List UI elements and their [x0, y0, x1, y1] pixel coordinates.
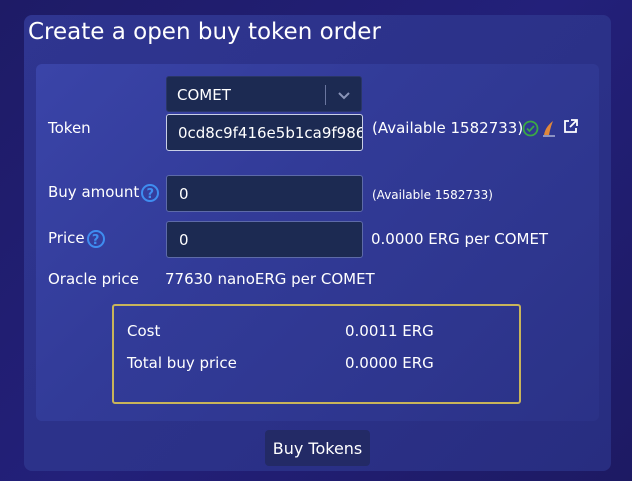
cost-value: 0.0011 ERG [345, 322, 434, 340]
token-available: (Available 1582733) [372, 119, 524, 137]
order-card: Create a open buy token order Token COME… [24, 15, 611, 471]
buy-amount-label-text: Buy amount [48, 183, 140, 201]
spectrum-icon[interactable] [541, 119, 557, 137]
cost-label: Cost [127, 322, 161, 340]
token-select-value: COMET [177, 86, 231, 104]
oracle-price-value: 77630 nanoERG per COMET [165, 270, 375, 288]
buy-amount-available: (Available 1582733) [372, 188, 493, 202]
chevron-down-icon[interactable] [334, 85, 354, 105]
price-per-text: 0.0000 ERG per COMET [371, 230, 549, 248]
oracle-price-label: Oracle price [48, 270, 139, 288]
help-icon[interactable]: ? [141, 183, 160, 202]
price-label-text: Price [48, 229, 85, 247]
cost-summary-box: Cost 0.0011 ERG Total buy price 0.0000 E… [112, 304, 521, 404]
total-buy-price-label: Total buy price [127, 354, 237, 372]
external-link-icon[interactable] [562, 118, 579, 135]
price-input[interactable]: 0 [166, 221, 363, 258]
order-form-panel: Token COMET 0cd8c9f416e5b1ca9f986 (Avail… [36, 64, 599, 421]
buy-amount-input[interactable]: 0 [166, 175, 363, 212]
buy-tokens-button[interactable]: Buy Tokens [265, 430, 370, 466]
verified-check-icon [522, 120, 539, 137]
total-buy-price-value: 0.0000 ERG [345, 354, 434, 372]
buy-amount-label: Buy amount? [48, 183, 160, 202]
token-select[interactable]: COMET [166, 76, 362, 112]
help-icon[interactable]: ? [86, 229, 105, 248]
token-label: Token [48, 119, 91, 137]
token-id-field[interactable]: 0cd8c9f416e5b1ca9f986 [166, 114, 363, 151]
price-label: Price? [48, 229, 105, 248]
page-title: Create a open buy token order [28, 19, 381, 45]
select-separator [325, 85, 326, 105]
